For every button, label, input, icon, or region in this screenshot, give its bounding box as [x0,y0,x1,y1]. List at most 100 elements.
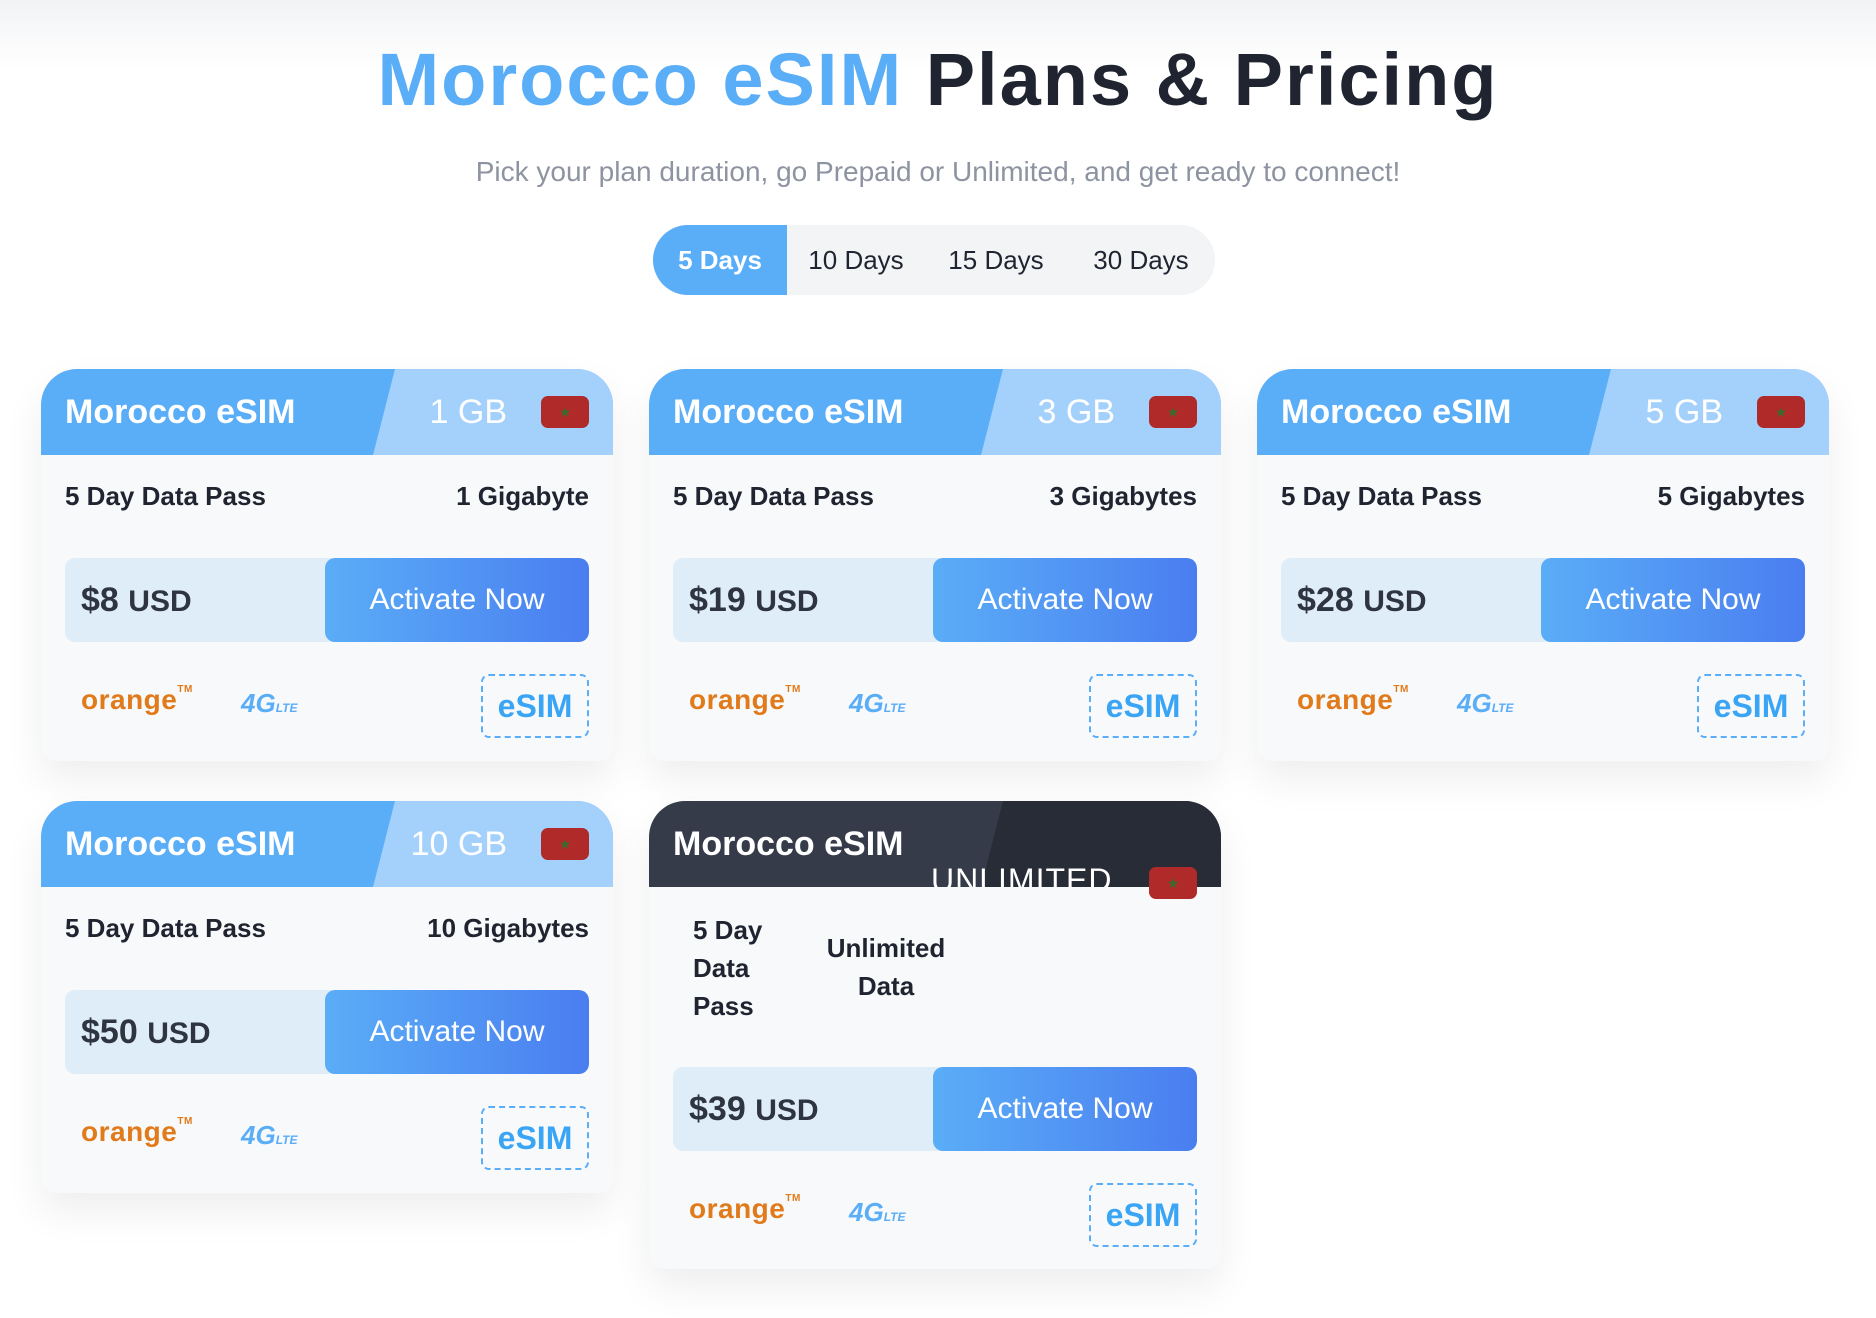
morocco-flag-icon: ★ [1149,867,1197,899]
card-logos: orangeTM 4GLTE eSIM [673,1183,1197,1247]
price-amount: $39 [689,1090,746,1128]
4g-lte-logo: 4GLTE [241,1120,297,1151]
card-header: Morocco eSIM UNLIMITED ★ [649,801,1221,899]
morocco-flag-icon: ★ [1757,396,1805,428]
carrier-name: orange [81,1116,178,1147]
esim-badge: eSIM [481,1106,589,1170]
plan-price: $8 USD [81,558,192,642]
network-sub: LTE [883,1210,906,1224]
network-gen: 4G [849,688,884,718]
plan-data-amount: 10 Gigabytes [427,913,589,943]
activate-now-button[interactable]: Activate Now [933,558,1197,642]
card-header: Morocco eSIM 1 GB ★ [41,369,613,455]
morocco-flag-icon: ★ [1149,396,1197,428]
price-box: $39 USD Activate Now [673,1067,1197,1151]
plan-details: 5 Day Data Pass 5 Gigabytes [1281,481,1805,512]
tab-10-days[interactable]: 10 Days [787,225,925,295]
plan-card-10gb: Morocco eSIM 10 GB ★ 5 Day Data Pass 10 … [41,801,613,1193]
trademark-mark: TM [785,684,801,695]
plan-name: Morocco eSIM [65,393,296,431]
network-sub: LTE [275,1133,298,1147]
card-header: Morocco eSIM 5 GB ★ [1257,369,1829,455]
plan-price: $39 USD [689,1067,819,1151]
card-logos: orangeTM 4GLTE eSIM [1281,674,1805,738]
4g-lte-logo: 4GLTE [1457,688,1513,719]
plan-data-line: Unlimited [826,933,946,963]
morocco-flag-icon: ★ [541,828,589,860]
activate-now-button[interactable]: Activate Now [325,990,589,1074]
price-amount: $8 [81,581,119,619]
network-sub: LTE [275,701,298,715]
plan-price: $19 USD [689,558,819,642]
tab-5-days[interactable]: 5 Days [653,225,787,295]
duration-tabs: 5 Days 10 Days 15 Days 30 Days [653,225,1215,295]
plan-pass: 5 Day Data Pass [693,911,762,1025]
price-box: $28 USD Activate Now [1281,558,1805,642]
activate-now-button[interactable]: Activate Now [933,1067,1197,1151]
tab-30-days[interactable]: 30 Days [1067,225,1215,295]
activate-now-button[interactable]: Activate Now [325,558,589,642]
4g-lte-logo: 4GLTE [849,688,905,719]
price-box: $19 USD Activate Now [673,558,1197,642]
plan-size: 10 GB [410,825,507,863]
title-rest: Plans & Pricing [925,38,1499,121]
carrier-name: orange [81,684,178,715]
plan-size: 3 GB [1037,393,1115,431]
plan-name: Morocco eSIM [673,825,904,863]
trademark-mark: TM [1393,684,1409,695]
flag-star-icon: ★ [558,404,572,420]
flag-star-icon: ★ [1166,875,1180,891]
price-box: $8 USD Activate Now [65,558,589,642]
plan-details: 5 Day Data Pass 10 Gigabytes [65,913,589,944]
plan-name: Morocco eSIM [65,825,296,863]
card-header: Morocco eSIM 3 GB ★ [649,369,1221,455]
esim-badge: eSIM [1697,674,1805,738]
card-header: Morocco eSIM 10 GB ★ [41,801,613,887]
tab-15-days[interactable]: 15 Days [925,225,1067,295]
plan-price: $50 USD [81,990,211,1074]
plan-name: Morocco eSIM [1281,393,1512,431]
card-logos: orangeTM 4GLTE eSIM [673,674,1197,738]
esim-badge: eSIM [1089,674,1197,738]
network-gen: 4G [241,1120,276,1150]
trademark-mark: TM [177,684,193,695]
plan-price: $28 USD [1297,558,1427,642]
flag-star-icon: ★ [1774,404,1788,420]
flag-star-icon: ★ [558,836,572,852]
plan-card-5gb: Morocco eSIM 5 GB ★ 5 Day Data Pass 5 Gi… [1257,369,1829,761]
price-box: $50 USD Activate Now [65,990,589,1074]
plan-size: 5 GB [1645,393,1723,431]
plan-size: 1 GB [429,393,507,431]
price-currency: USD [755,585,819,618]
4g-lte-logo: 4GLTE [241,688,297,719]
price-amount: $50 [81,1013,138,1051]
morocco-flag-icon: ★ [541,396,589,428]
plan-name: Morocco eSIM [673,393,904,431]
price-currency: USD [755,1094,819,1127]
plan-data-amount: 1 Gigabyte [456,481,589,511]
plan-pass-line: 5 Day [693,915,763,945]
plan-details: 5 Day Data Pass 3 Gigabytes [673,481,1197,512]
flag-star-icon: ★ [1166,404,1180,420]
trademark-mark: TM [785,1193,801,1204]
orange-carrier-logo: orangeTM [81,1116,193,1148]
plan-pass: 5 Day Data Pass [673,481,874,511]
plan-pass: 5 Day Data Pass [1281,481,1482,511]
plan-pass-line: Data [693,953,750,983]
network-gen: 4G [241,688,276,718]
carrier-name: orange [1297,684,1394,715]
card-logos: orangeTM 4GLTE eSIM [65,1106,589,1170]
activate-now-button[interactable]: Activate Now [1541,558,1805,642]
plan-card-1gb: Morocco eSIM 1 GB ★ 5 Day Data Pass 1 Gi… [41,369,613,761]
price-amount: $19 [689,581,746,619]
network-gen: 4G [1457,688,1492,718]
page-title: Morocco eSIM Plans & Pricing [0,36,1876,124]
orange-carrier-logo: orangeTM [689,684,801,716]
plan-card-3gb: Morocco eSIM 3 GB ★ 5 Day Data Pass 3 Gi… [649,369,1221,761]
plan-data-amount: Unlimited Data [821,929,951,1005]
carrier-name: orange [689,684,786,715]
page-subtitle: Pick your plan duration, go Prepaid or U… [475,156,1401,187]
orange-carrier-logo: orangeTM [1297,684,1409,716]
orange-carrier-logo: orangeTM [81,684,193,716]
plan-card-unlimited: Morocco eSIM UNLIMITED ★ 5 Day Data Pass… [649,801,1221,1269]
